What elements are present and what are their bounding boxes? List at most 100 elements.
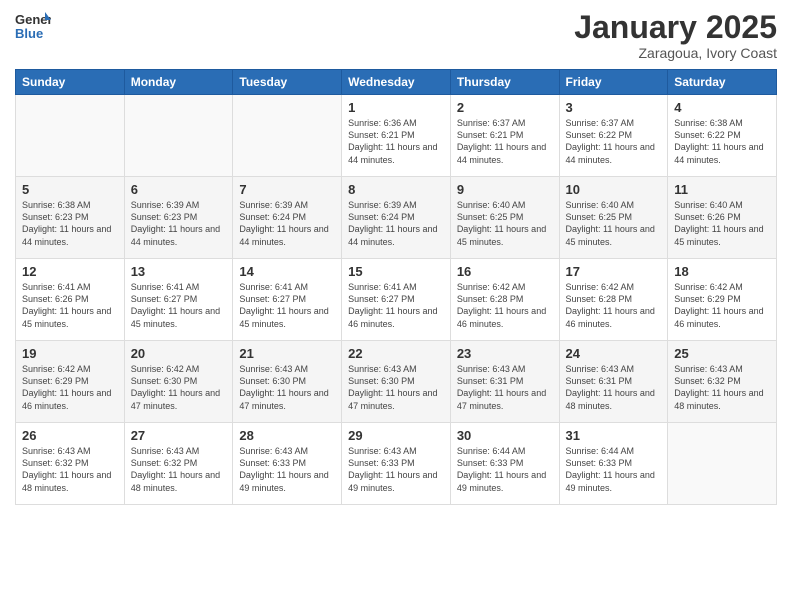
calendar-week-row: 1 Sunrise: 6:36 AMSunset: 6:21 PMDaylight… xyxy=(16,95,777,177)
day-info: Sunrise: 6:43 AMSunset: 6:32 PMDaylight:… xyxy=(131,445,227,494)
day-info: Sunrise: 6:42 AMSunset: 6:30 PMDaylight:… xyxy=(131,363,227,412)
day-number: 25 xyxy=(674,346,770,361)
day-number: 3 xyxy=(566,100,662,115)
day-info: Sunrise: 6:39 AMSunset: 6:24 PMDaylight:… xyxy=(239,199,335,248)
day-info: Sunrise: 6:41 AMSunset: 6:27 PMDaylight:… xyxy=(239,281,335,330)
calendar-day-25: 25 Sunrise: 6:43 AMSunset: 6:32 PMDayligh… xyxy=(668,341,777,423)
day-number: 26 xyxy=(22,428,118,443)
calendar-day-10: 10 Sunrise: 6:40 AMSunset: 6:25 PMDayligh… xyxy=(559,177,668,259)
day-info: Sunrise: 6:44 AMSunset: 6:33 PMDaylight:… xyxy=(566,445,662,494)
calendar-week-row: 5 Sunrise: 6:38 AMSunset: 6:23 PMDaylight… xyxy=(16,177,777,259)
day-info: Sunrise: 6:38 AMSunset: 6:23 PMDaylight:… xyxy=(22,199,118,248)
day-info: Sunrise: 6:38 AMSunset: 6:22 PMDaylight:… xyxy=(674,117,770,166)
calendar-day-8: 8Sunrise: 6:39 AMSunset: 6:24 PMDaylight… xyxy=(342,177,451,259)
weekday-header-saturday: Saturday xyxy=(668,70,777,95)
day-number: 12 xyxy=(22,264,118,279)
day-number: 23 xyxy=(457,346,553,361)
day-info: Sunrise: 6:43 AMSunset: 6:32 PMDaylight:… xyxy=(674,363,770,412)
calendar-day-16: 16Sunrise: 6:42 AMSunset: 6:28 PMDayligh… xyxy=(450,259,559,341)
location-subtitle: Zaragoua, Ivory Coast xyxy=(574,45,777,61)
logo-svg: General Blue xyxy=(15,10,51,46)
calendar-week-row: 19Sunrise: 6:42 AMSunset: 6:29 PMDayligh… xyxy=(16,341,777,423)
day-info: Sunrise: 6:42 AMSunset: 6:29 PMDaylight:… xyxy=(22,363,118,412)
calendar-day-24: 24Sunrise: 6:43 AMSunset: 6:31 PMDayligh… xyxy=(559,341,668,423)
day-number: 31 xyxy=(566,428,662,443)
weekday-header-sunday: Sunday xyxy=(16,70,125,95)
day-number: 22 xyxy=(348,346,444,361)
calendar-day-2: 2 Sunrise: 6:37 AMSunset: 6:21 PMDaylight… xyxy=(450,95,559,177)
calendar-day-22: 22Sunrise: 6:43 AMSunset: 6:30 PMDayligh… xyxy=(342,341,451,423)
day-info: Sunrise: 6:41 AMSunset: 6:27 PMDaylight:… xyxy=(131,281,227,330)
day-info: Sunrise: 6:43 AMSunset: 6:33 PMDaylight:… xyxy=(239,445,335,494)
calendar-day-26: 26 Sunrise: 6:43 AMSunset: 6:32 PMDayligh… xyxy=(16,423,125,505)
month-title: January 2025 xyxy=(574,10,777,45)
calendar-week-row: 26 Sunrise: 6:43 AMSunset: 6:32 PMDayligh… xyxy=(16,423,777,505)
day-number: 5 xyxy=(22,182,118,197)
calendar-day-29: 29 Sunrise: 6:43 AMSunset: 6:33 PMDayligh… xyxy=(342,423,451,505)
calendar-day-17: 17Sunrise: 6:42 AMSunset: 6:28 PMDayligh… xyxy=(559,259,668,341)
day-info: Sunrise: 6:39 AMSunset: 6:24 PMDaylight:… xyxy=(348,199,444,248)
day-info: Sunrise: 6:44 AMSunset: 6:33 PMDaylight:… xyxy=(457,445,553,494)
day-info: Sunrise: 6:43 AMSunset: 6:31 PMDaylight:… xyxy=(566,363,662,412)
calendar-day-20: 20Sunrise: 6:42 AMSunset: 6:30 PMDayligh… xyxy=(124,341,233,423)
day-number: 14 xyxy=(239,264,335,279)
calendar-day-30: 30 Sunrise: 6:44 AMSunset: 6:33 PMDayligh… xyxy=(450,423,559,505)
calendar-day-4: 4 Sunrise: 6:38 AMSunset: 6:22 PMDaylight… xyxy=(668,95,777,177)
calendar-empty-cell xyxy=(16,95,125,177)
day-info: Sunrise: 6:41 AMSunset: 6:26 PMDaylight:… xyxy=(22,281,118,330)
calendar-day-19: 19Sunrise: 6:42 AMSunset: 6:29 PMDayligh… xyxy=(16,341,125,423)
day-info: Sunrise: 6:40 AMSunset: 6:25 PMDaylight:… xyxy=(457,199,553,248)
svg-text:Blue: Blue xyxy=(15,26,43,41)
weekday-header-wednesday: Wednesday xyxy=(342,70,451,95)
calendar-day-27: 27 Sunrise: 6:43 AMSunset: 6:32 PMDayligh… xyxy=(124,423,233,505)
calendar-day-1: 1 Sunrise: 6:36 AMSunset: 6:21 PMDaylight… xyxy=(342,95,451,177)
day-number: 30 xyxy=(457,428,553,443)
day-number: 18 xyxy=(674,264,770,279)
day-info: Sunrise: 6:43 AMSunset: 6:31 PMDaylight:… xyxy=(457,363,553,412)
calendar-day-11: 11Sunrise: 6:40 AMSunset: 6:26 PMDayligh… xyxy=(668,177,777,259)
day-number: 1 xyxy=(348,100,444,115)
calendar-day-3: 3Sunrise: 6:37 AMSunset: 6:22 PMDaylight… xyxy=(559,95,668,177)
day-number: 27 xyxy=(131,428,227,443)
calendar-week-row: 12 Sunrise: 6:41 AMSunset: 6:26 PMDayligh… xyxy=(16,259,777,341)
calendar-day-14: 14 Sunrise: 6:41 AMSunset: 6:27 PMDayligh… xyxy=(233,259,342,341)
calendar-table: SundayMondayTuesdayWednesdayThursdayFrid… xyxy=(15,69,777,505)
day-number: 7 xyxy=(239,182,335,197)
calendar-header: SundayMondayTuesdayWednesdayThursdayFrid… xyxy=(16,70,777,95)
day-number: 21 xyxy=(239,346,335,361)
calendar-day-31: 31 Sunrise: 6:44 AMSunset: 6:33 PMDayligh… xyxy=(559,423,668,505)
day-info: Sunrise: 6:36 AMSunset: 6:21 PMDaylight:… xyxy=(348,117,444,166)
calendar-day-21: 21Sunrise: 6:43 AMSunset: 6:30 PMDayligh… xyxy=(233,341,342,423)
day-info: Sunrise: 6:43 AMSunset: 6:33 PMDaylight:… xyxy=(348,445,444,494)
header: General Blue January 2025 Zaragoua, Ivor… xyxy=(15,10,777,61)
day-number: 6 xyxy=(131,182,227,197)
calendar-day-18: 18Sunrise: 6:42 AMSunset: 6:29 PMDayligh… xyxy=(668,259,777,341)
page: General Blue January 2025 Zaragoua, Ivor… xyxy=(0,0,792,612)
calendar-day-15: 15Sunrise: 6:41 AMSunset: 6:27 PMDayligh… xyxy=(342,259,451,341)
calendar-empty-cell xyxy=(233,95,342,177)
day-number: 16 xyxy=(457,264,553,279)
day-number: 29 xyxy=(348,428,444,443)
day-number: 13 xyxy=(131,264,227,279)
day-number: 17 xyxy=(566,264,662,279)
weekday-header-friday: Friday xyxy=(559,70,668,95)
day-info: Sunrise: 6:40 AMSunset: 6:25 PMDaylight:… xyxy=(566,199,662,248)
day-number: 4 xyxy=(674,100,770,115)
day-info: Sunrise: 6:37 AMSunset: 6:21 PMDaylight:… xyxy=(457,117,553,166)
calendar-day-9: 9 Sunrise: 6:40 AMSunset: 6:25 PMDaylight… xyxy=(450,177,559,259)
weekday-header-row: SundayMondayTuesdayWednesdayThursdayFrid… xyxy=(16,70,777,95)
day-number: 28 xyxy=(239,428,335,443)
day-info: Sunrise: 6:43 AMSunset: 6:32 PMDaylight:… xyxy=(22,445,118,494)
day-number: 10 xyxy=(566,182,662,197)
calendar-day-6: 6Sunrise: 6:39 AMSunset: 6:23 PMDaylight… xyxy=(124,177,233,259)
title-block: January 2025 Zaragoua, Ivory Coast xyxy=(574,10,777,61)
day-info: Sunrise: 6:41 AMSunset: 6:27 PMDaylight:… xyxy=(348,281,444,330)
calendar-day-5: 5 Sunrise: 6:38 AMSunset: 6:23 PMDaylight… xyxy=(16,177,125,259)
calendar-empty-cell xyxy=(668,423,777,505)
day-number: 2 xyxy=(457,100,553,115)
weekday-header-tuesday: Tuesday xyxy=(233,70,342,95)
calendar-day-13: 13 Sunrise: 6:41 AMSunset: 6:27 PMDayligh… xyxy=(124,259,233,341)
day-number: 11 xyxy=(674,182,770,197)
day-number: 9 xyxy=(457,182,553,197)
calendar-day-28: 28 Sunrise: 6:43 AMSunset: 6:33 PMDayligh… xyxy=(233,423,342,505)
